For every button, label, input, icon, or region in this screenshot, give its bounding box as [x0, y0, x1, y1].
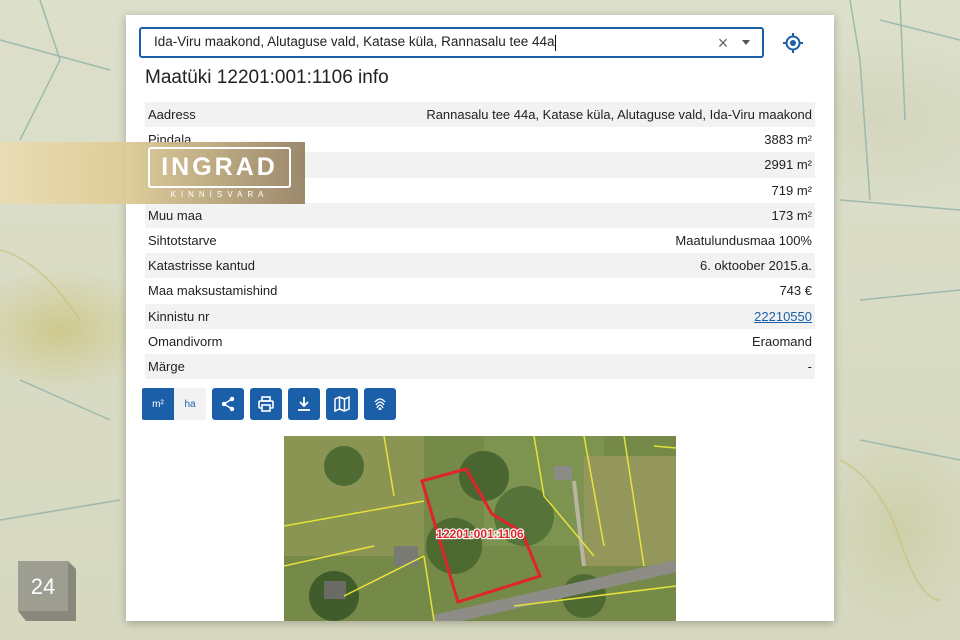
row-label: Märge [148, 358, 185, 374]
badge-text: 24 [31, 574, 55, 599]
row-value: - [807, 358, 812, 374]
table-row: Muu maa 173 m² [145, 202, 815, 228]
row-label: Maa maksustamishind [148, 283, 278, 299]
row-value: 6. oktoober 2015.a. [699, 258, 812, 274]
download-button[interactable] [288, 388, 320, 420]
map-icon [334, 395, 350, 413]
row-label: Aadress [148, 107, 196, 123]
map-button[interactable] [326, 388, 358, 420]
print-button[interactable] [250, 388, 282, 420]
aerial-map-image[interactable]: 12201:001:1106 [284, 436, 676, 621]
chevron-down-icon[interactable] [742, 40, 750, 45]
kinnistu-link[interactable]: 22210550 [754, 309, 812, 324]
page-title: Maatüki 12201:001:1106 info [145, 67, 389, 88]
download-icon [298, 397, 310, 411]
table-row: Katastrisse kantud 6. oktoober 2015.a. [145, 253, 815, 279]
row-value: Maatulundusmaa 100% [675, 233, 812, 249]
table-row: Sihtotstarve Maatulundusmaa 100% [145, 228, 815, 253]
row-value: 719 m² [771, 182, 812, 198]
row-value: 173 m² [771, 207, 812, 223]
table-row: Aadress Rannasalu tee 44a, Katase küla, A… [145, 102, 815, 128]
search-value: Ida-Viru maakond, Alutaguse vald, Katase… [154, 34, 555, 50]
search-input[interactable]: Ida-Viru maakond, Alutaguse vald, Katase… [154, 34, 714, 51]
row-label: Omandivorm [148, 333, 223, 349]
row-label: Sihtotstarve [148, 233, 217, 249]
text-caret [554, 34, 556, 51]
logo-subtitle: KINNISVARA [170, 190, 269, 199]
fingerprint-button[interactable] [364, 388, 396, 420]
close-icon[interactable]: × [714, 34, 732, 52]
share-button[interactable] [212, 388, 244, 420]
row-label: Katastrisse kantud [148, 258, 255, 274]
crosshair-icon[interactable] [782, 32, 804, 54]
fingerprint-icon [374, 398, 386, 411]
unit-ha-button[interactable]: ha [174, 388, 206, 420]
toolbar: m² ha [142, 388, 396, 420]
table-row: Omandivorm Eraomand [145, 329, 815, 354]
unit-toggle: m² ha [142, 388, 206, 420]
table-row: Maa maksustamishind 743 € [145, 278, 815, 303]
share-icon [221, 396, 235, 412]
row-value: Rannasalu tee 44a, Katase küla, Alutagus… [426, 107, 812, 123]
table-row: Märge - [145, 353, 815, 380]
row-label: Muu maa [148, 207, 203, 223]
parcel-label: 12201:001:1106 [436, 527, 524, 541]
table-row: Kinnistu nr 22210550 [145, 303, 815, 329]
row-value: 3883 m² [764, 132, 812, 148]
row-label: Kinnistu nr [148, 308, 210, 324]
parcel-info-panel: Ida-Viru maakond, Alutaguse vald, Katase… [126, 15, 834, 621]
badge-24-logo: 24 [18, 561, 76, 621]
print-icon [258, 396, 274, 412]
row-value: 2991 m² [764, 157, 812, 173]
address-search-field[interactable]: Ida-Viru maakond, Alutaguse vald, Katase… [139, 27, 764, 58]
unit-m2-button[interactable]: m² [142, 388, 174, 420]
ingrad-logo: INGRAD [148, 147, 291, 188]
row-value: Eraomand [752, 333, 812, 349]
row-value: 743 € [779, 283, 812, 299]
